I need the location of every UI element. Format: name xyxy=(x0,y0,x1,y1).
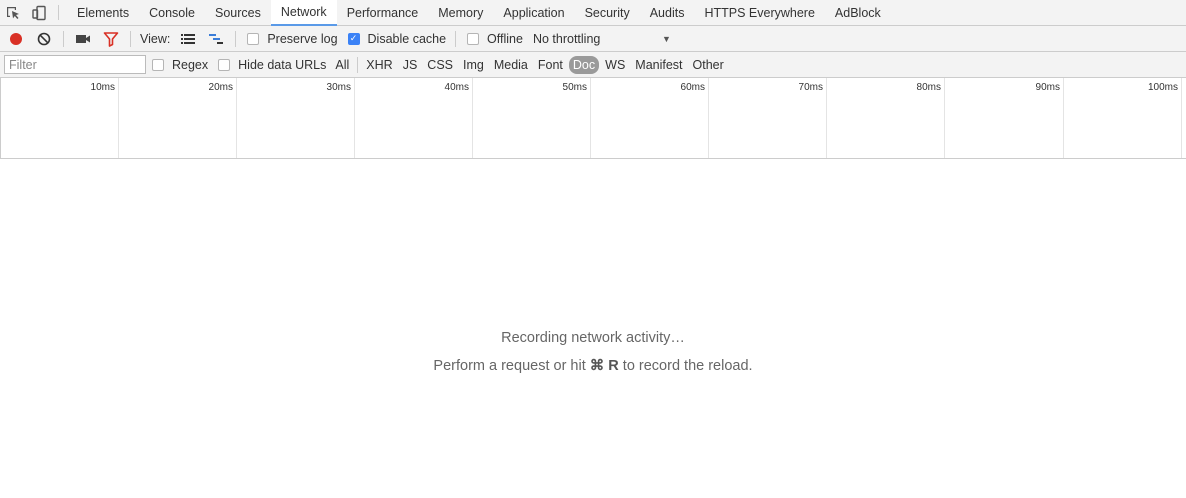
preserve-log-label: Preserve log xyxy=(267,31,338,46)
timeline-column: 20ms xyxy=(119,78,237,158)
regex-checkbox[interactable] xyxy=(152,58,164,71)
timeline-tick: 60ms xyxy=(680,82,705,93)
type-filter-doc[interactable]: Doc xyxy=(568,55,600,74)
filterbar-separator xyxy=(357,56,359,73)
tab-elements[interactable]: Elements xyxy=(67,0,139,25)
tab-https-everywhere[interactable]: HTTPS Everywhere xyxy=(694,0,824,25)
record-button[interactable] xyxy=(2,26,30,52)
timeline-tick: 50ms xyxy=(562,82,587,93)
type-filter-css[interactable]: CSS xyxy=(423,56,457,74)
reload-shortcut: ⌘ R xyxy=(589,358,619,374)
chevron-down-icon: ▼ xyxy=(662,33,671,44)
preserve-log-checkbox[interactable] xyxy=(247,32,260,45)
tab-memory[interactable]: Memory xyxy=(428,0,493,25)
toolbar-separator xyxy=(130,30,131,47)
offline-checkbox[interactable] xyxy=(467,32,480,45)
toolbar-separator xyxy=(63,30,64,47)
inspect-element-icon[interactable] xyxy=(0,0,26,25)
type-filter-ws[interactable]: WS xyxy=(601,56,629,74)
toolbar-separator xyxy=(235,30,237,47)
device-toolbar-icon[interactable] xyxy=(26,0,52,25)
timeline-column: 40ms xyxy=(355,78,473,158)
timeline-tick: 70ms xyxy=(798,82,823,93)
timeline-tick: 10ms xyxy=(90,82,115,93)
timeline-column: 100ms xyxy=(1064,78,1182,158)
type-filter-manifest[interactable]: Manifest xyxy=(631,56,686,74)
tab-audits[interactable]: Audits xyxy=(640,0,695,25)
timeline-overview[interactable]: 10ms 20ms 30ms 40ms 50ms 60ms 70ms 80ms … xyxy=(0,78,1186,159)
tab-performance[interactable]: Performance xyxy=(337,0,429,25)
toolbar-separator xyxy=(455,30,457,47)
type-filter-js[interactable]: JS xyxy=(399,56,422,74)
timeline-column: 50ms xyxy=(473,78,591,158)
type-filter-img[interactable]: Img xyxy=(459,56,488,74)
network-filterbar: Regex Hide data URLs All XHR JS CSS Img … xyxy=(0,52,1186,78)
tab-adblock[interactable]: AdBlock xyxy=(825,0,891,25)
regex-label: Regex xyxy=(172,57,209,72)
hide-data-urls-label: Hide data URLs xyxy=(238,57,327,72)
timeline-tick: 80ms xyxy=(916,82,941,93)
type-filter-all[interactable]: All xyxy=(331,56,353,74)
tab-console[interactable]: Console xyxy=(139,0,205,25)
tab-security[interactable]: Security xyxy=(575,0,640,25)
timeline-tick: 90ms xyxy=(1035,82,1060,93)
empty-state-hint: Perform a request or hit ⌘ R to record t… xyxy=(0,358,1186,374)
devtools-tabbar: Elements Console Sources Network Perform… xyxy=(0,0,1186,26)
large-rows-button[interactable] xyxy=(174,26,202,52)
network-empty-state: Recording network activity… Perform a re… xyxy=(0,159,1186,498)
timeline-column: 80ms xyxy=(827,78,945,158)
timeline-column: 10ms xyxy=(0,78,119,158)
tabbar-separator xyxy=(58,5,59,20)
tab-sources[interactable]: Sources xyxy=(205,0,271,25)
throttling-select[interactable]: No throttling ▼ xyxy=(527,32,675,46)
hint-text-after: to record the reload. xyxy=(618,358,753,374)
empty-state-title: Recording network activity… xyxy=(501,330,685,346)
type-filter-media[interactable]: Media xyxy=(490,56,532,74)
type-filter-other[interactable]: Other xyxy=(689,56,728,74)
filter-toggle-button[interactable] xyxy=(97,26,125,52)
filter-input[interactable] xyxy=(4,55,146,74)
timeline-tick: 20ms xyxy=(208,82,233,93)
disable-cache-label: Disable cache xyxy=(367,31,447,46)
timeline-tick: 30ms xyxy=(326,82,351,93)
timeline-column: 30ms xyxy=(237,78,355,158)
waterfall-overview-button[interactable] xyxy=(202,26,230,52)
hint-text-before: Perform a request or hit xyxy=(433,358,590,374)
timeline-column: 90ms xyxy=(945,78,1064,158)
offline-label: Offline xyxy=(487,31,523,46)
timeline-column: 70ms xyxy=(709,78,827,158)
capture-screenshots-button[interactable] xyxy=(69,26,97,52)
network-toolbar: View: Preserve log ✓ Disable cache Offli… xyxy=(0,26,1186,52)
hide-data-urls-checkbox[interactable] xyxy=(218,58,231,71)
tab-application[interactable]: Application xyxy=(493,0,574,25)
timeline-tick: 100ms xyxy=(1147,82,1178,93)
tab-network[interactable]: Network xyxy=(270,0,337,26)
timeline-column: 60ms xyxy=(591,78,709,158)
type-filter-font[interactable]: Font xyxy=(534,56,567,74)
clear-button[interactable] xyxy=(30,26,58,52)
throttling-value: No throttling xyxy=(532,31,601,46)
disable-cache-checkbox[interactable]: ✓ xyxy=(347,32,360,45)
timeline-tick: 40ms xyxy=(444,82,469,93)
view-label: View: xyxy=(140,31,171,46)
type-filter-xhr[interactable]: XHR xyxy=(362,56,396,74)
